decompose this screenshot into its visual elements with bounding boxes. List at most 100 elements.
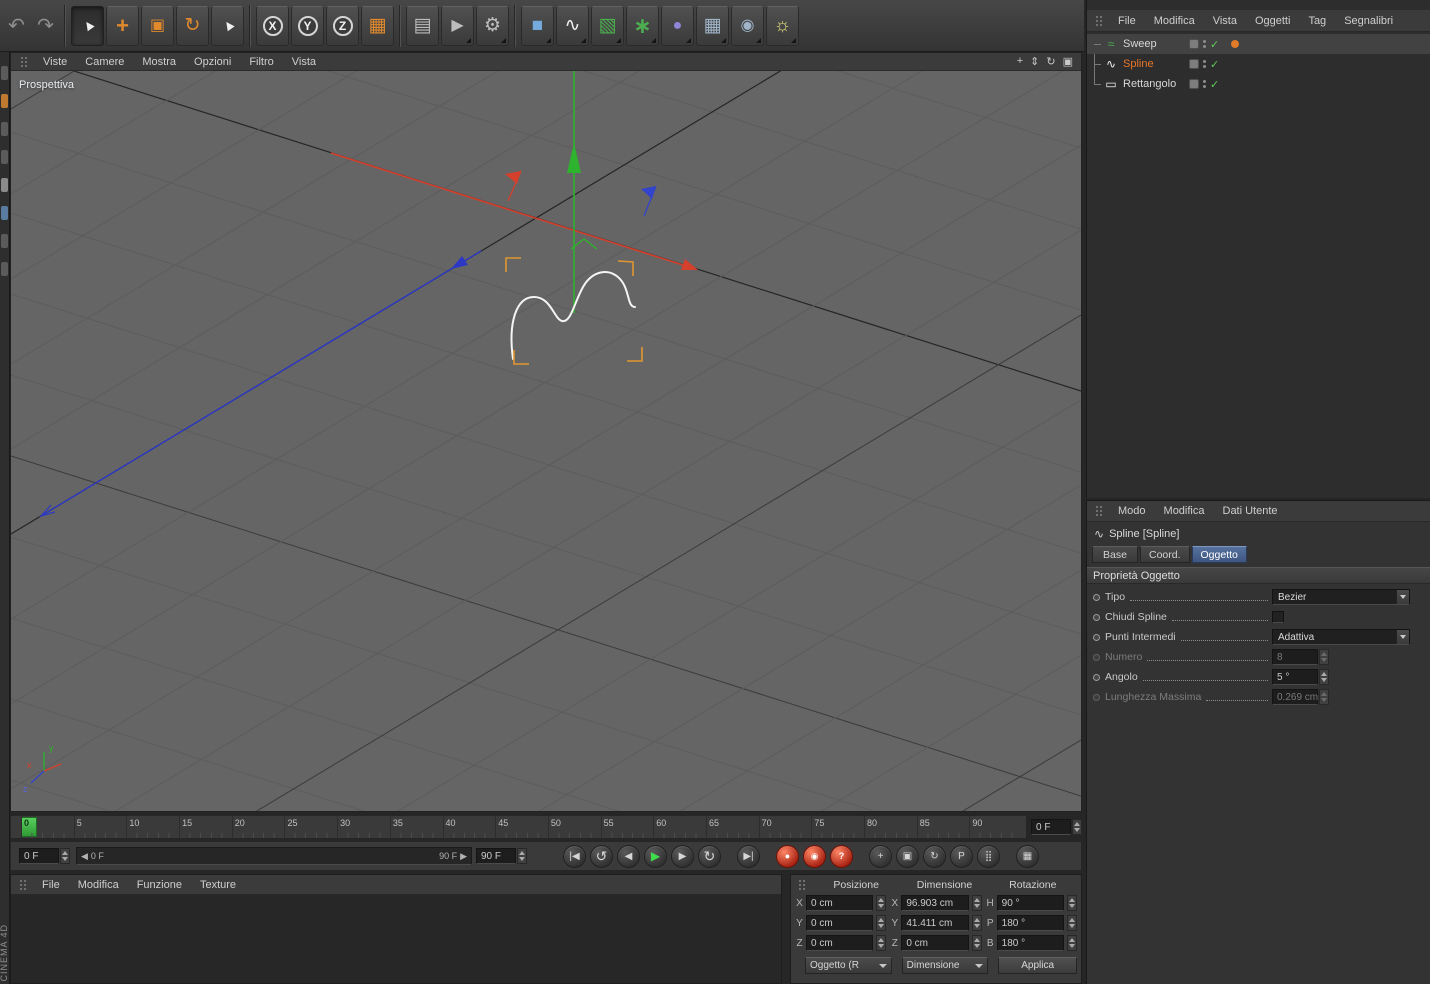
stepper[interactable]: [876, 915, 887, 931]
position-z-input[interactable]: 0 cm: [806, 935, 874, 951]
size-x-input[interactable]: 96.903 cm: [901, 895, 969, 911]
object-manager-menu-item[interactable]: Vista: [1204, 15, 1246, 27]
ruler-tick[interactable]: 0: [21, 816, 74, 838]
ruler-tick[interactable]: 65: [705, 816, 759, 838]
viewport-menu-item[interactable]: Mostra: [133, 56, 185, 68]
viewport-menu-item[interactable]: Viste: [34, 56, 76, 68]
panel-grip[interactable]: [1095, 14, 1104, 27]
playback-end-input[interactable]: 90 F: [476, 848, 516, 864]
lock-y-axis-button[interactable]: Y: [291, 5, 324, 46]
move-tool[interactable]: +: [106, 5, 139, 46]
stepper[interactable]: [876, 935, 887, 951]
goto-start-button[interactable]: |◀: [563, 844, 586, 868]
live-selection-tool[interactable]: ►: [71, 5, 104, 46]
palette-icon[interactable]: [1, 66, 8, 80]
tab-coord[interactable]: Coord.: [1140, 546, 1190, 563]
object-row-spline[interactable]: ∿ Spline ✓: [1087, 54, 1430, 74]
panel-grip[interactable]: [798, 878, 807, 891]
stepper[interactable]: [1066, 895, 1077, 911]
preview-range-slider[interactable]: ◀ 0 F 90 F ▶: [76, 847, 472, 865]
object-manager-menu-item[interactable]: Tag: [1299, 15, 1335, 27]
ruler-tick[interactable]: 70: [758, 816, 812, 838]
rotation-b-input[interactable]: 180 °: [996, 935, 1064, 951]
timeline-ruler[interactable]: 0 5 10 15 20 25 30 35 40 45 50 55 60 65 70 75 80 85 90: [10, 815, 1027, 839]
ruler-tick[interactable]: 10: [126, 816, 180, 838]
stepper[interactable]: [971, 915, 982, 931]
pan-view-icon[interactable]: +: [1017, 55, 1023, 68]
record-keyframe-button[interactable]: ●: [776, 844, 799, 868]
undo-button[interactable]: ↶: [3, 6, 30, 46]
add-camera-button[interactable]: ◉: [731, 5, 764, 46]
ruler-tick[interactable]: 45: [495, 816, 548, 838]
tab-base[interactable]: Base: [1092, 546, 1138, 563]
range-start-handle[interactable]: ◀ 0 F: [81, 851, 104, 862]
viewport-menu-item[interactable]: Opzioni: [185, 56, 240, 68]
record-parameter-toggle[interactable]: P: [950, 844, 973, 868]
scale-tool[interactable]: ▣: [141, 5, 174, 46]
attribute-menu-item[interactable]: Modo: [1109, 505, 1155, 517]
add-cube-button[interactable]: ■: [521, 5, 554, 46]
maximize-view-icon[interactable]: ▣: [1063, 55, 1073, 68]
loop-button[interactable]: ↻: [698, 844, 721, 868]
palette-icon[interactable]: [1, 234, 8, 248]
stepper[interactable]: [971, 935, 982, 951]
rotation-p-input[interactable]: 180 °: [996, 915, 1064, 931]
palette-icon[interactable]: [1, 150, 8, 164]
object-manager-menu-item[interactable]: Segnalibri: [1335, 15, 1402, 27]
palette-icon[interactable]: [1, 94, 8, 108]
stepper[interactable]: [60, 848, 70, 864]
tab-oggetto[interactable]: Oggetto: [1191, 546, 1247, 563]
render-picture-viewer-button[interactable]: ▶: [441, 5, 474, 46]
anim-dot-icon[interactable]: [1093, 613, 1100, 621]
ruler-tick[interactable]: 50: [547, 816, 601, 838]
tipo-dropdown[interactable]: Bezier: [1272, 589, 1410, 605]
position-y-input[interactable]: 0 cm: [806, 915, 874, 931]
record-rotation-toggle[interactable]: ↻: [923, 844, 946, 868]
render-view-button[interactable]: ▤: [406, 5, 439, 46]
stepper[interactable]: [1066, 915, 1077, 931]
range-end-handle[interactable]: 90 F ▶: [439, 851, 467, 862]
object-manager-menu-item[interactable]: File: [1109, 15, 1145, 27]
add-deformer-button[interactable]: ●: [661, 5, 694, 46]
palette-icon[interactable]: [1, 262, 8, 276]
goto-end-button[interactable]: ▶|: [737, 844, 760, 868]
lock-z-axis-button[interactable]: Z: [326, 5, 359, 46]
position-x-input[interactable]: 0 cm: [806, 895, 874, 911]
ruler-tick[interactable]: 60: [653, 816, 706, 838]
render-settings-button[interactable]: ⚙: [476, 5, 509, 46]
enable-check-icon[interactable]: ✓: [1210, 58, 1219, 71]
palette-icon[interactable]: [1, 178, 8, 192]
add-spline-button[interactable]: ∿: [556, 5, 589, 46]
record-options-button[interactable]: ?: [830, 844, 853, 868]
viewport-menu-item[interactable]: Camere: [76, 56, 133, 68]
angolo-input[interactable]: 5 °: [1272, 669, 1318, 685]
ruler-tick[interactable]: 35: [389, 816, 443, 838]
step-forward-button[interactable]: ▶: [671, 844, 694, 868]
enable-check-icon[interactable]: ✓: [1210, 78, 1219, 91]
apply-button[interactable]: Applica: [998, 957, 1078, 974]
material-menu-item[interactable]: Texture: [191, 879, 245, 891]
material-menu-item[interactable]: File: [33, 879, 69, 891]
add-array-button[interactable]: ∗: [626, 5, 659, 46]
palette-icon[interactable]: [1, 206, 8, 220]
material-menu-item[interactable]: Modifica: [69, 879, 128, 891]
rotate-view-icon[interactable]: ↻: [1046, 55, 1055, 68]
stepper[interactable]: [1319, 669, 1329, 685]
add-scene-button[interactable]: ▦: [696, 5, 729, 46]
stepper[interactable]: [517, 848, 527, 864]
tag-dot[interactable]: [1231, 40, 1240, 48]
ruler-tick[interactable]: 85: [916, 816, 970, 838]
ruler-tick[interactable]: 80: [864, 816, 917, 838]
visibility-dots[interactable]: [1203, 40, 1206, 48]
stepper[interactable]: [1066, 935, 1077, 951]
coordinate-system-button[interactable]: ▦: [361, 5, 394, 46]
viewport-menu-item[interactable]: Vista: [283, 56, 325, 68]
play-button[interactable]: ▶: [644, 844, 667, 868]
stepper[interactable]: [876, 895, 887, 911]
object-row-rettangolo[interactable]: ▭ Rettangolo ✓: [1087, 74, 1430, 94]
size-mode-dropdown[interactable]: Dimensione: [901, 957, 989, 974]
viewport-canvas[interactable]: x y z: [11, 71, 1081, 811]
material-menu-item[interactable]: Funzione: [128, 879, 191, 891]
ruler-tick[interactable]: 55: [600, 816, 654, 838]
stepper[interactable]: [1072, 819, 1082, 835]
